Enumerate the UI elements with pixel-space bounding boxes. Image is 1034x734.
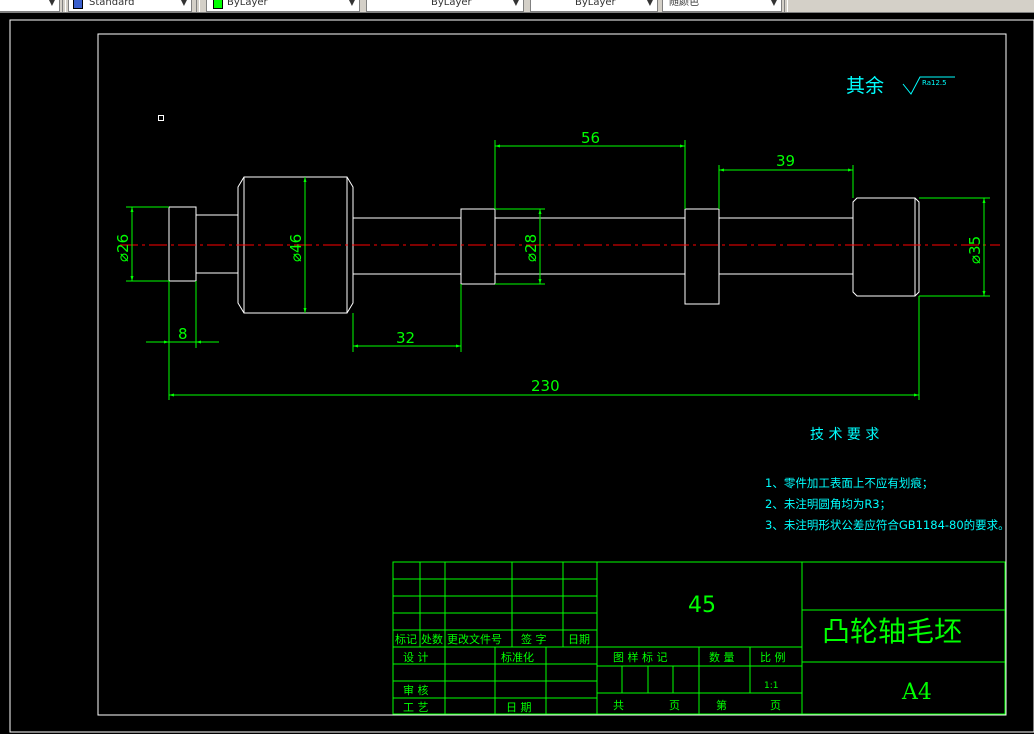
- label-review: 审 核: [403, 683, 429, 697]
- chevron-down-icon: ▼: [348, 0, 356, 7]
- toolbar-separator: [784, 0, 788, 12]
- label-scale: 比 例: [760, 650, 786, 664]
- material-value: 45: [688, 593, 716, 618]
- dim-d28: ⌀28: [522, 234, 540, 262]
- roughness-value: Ra12.5: [922, 79, 947, 87]
- linetype-value: ByLayer: [431, 0, 472, 8]
- lineweight-select[interactable]: ByLayer ▼: [530, 0, 658, 12]
- plotstyle-select[interactable]: 随颜色 ▼: [662, 0, 782, 12]
- label-sheet: 第: [716, 698, 727, 712]
- scale-value: 1:1: [764, 681, 778, 691]
- pickbox-cursor: [158, 115, 164, 121]
- chevron-down-icon: ▼: [646, 0, 654, 7]
- toolbar-separator: [196, 0, 200, 12]
- rev-header-docno: 更改文件号: [447, 632, 502, 646]
- dim-len230: 230: [531, 377, 560, 395]
- linetype-select[interactable]: ByLayer ▼: [366, 0, 524, 12]
- chevron-down-icon: ▼: [770, 0, 778, 7]
- dim-d26: ⌀26: [114, 234, 132, 262]
- dim-len8: 8: [178, 325, 188, 343]
- label-standard: 标准化: [501, 650, 534, 664]
- dim-len32: 32: [396, 329, 415, 347]
- drawing-canvas[interactable]: 其余 Ra12.5 ⌀26 ⌀46 ⌀28 ⌀35 8 32 56 39 230…: [0, 12, 1034, 734]
- chevron-down-icon: ▼: [512, 0, 520, 7]
- plotstyle-value: 随颜色: [669, 0, 699, 8]
- text-style-value: Standard: [89, 0, 135, 8]
- chevron-down-icon: ▼: [180, 0, 188, 7]
- rev-header-date: 日期: [568, 633, 590, 646]
- label-design: 设 计: [403, 651, 429, 664]
- sheet-size: A4: [901, 680, 932, 705]
- toolbar-separator: [62, 0, 66, 12]
- dim-d46: ⌀46: [287, 234, 305, 262]
- rev-header-count: 处数: [421, 633, 443, 646]
- rev-header-mark: 标记: [395, 632, 417, 646]
- tech-note-3: 3、未注明形状公差应符合GB1184-80的要求。: [765, 518, 1010, 532]
- label-page2: 页: [770, 699, 781, 712]
- part-name: 凸轮轴毛坯: [822, 615, 962, 648]
- toolbar-left-combo[interactable]: ▼: [0, 0, 60, 12]
- dim-len39: 39: [776, 152, 795, 170]
- color-value: ByLayer: [227, 0, 268, 8]
- label-total: 共: [613, 699, 624, 712]
- label-quantity: 数 量: [709, 651, 735, 664]
- tech-note-1: 1、零件加工表面上不应有划痕；: [765, 476, 933, 490]
- label-process: 工 艺: [403, 701, 429, 714]
- rev-header-sign: 签 字: [521, 632, 547, 646]
- color-select[interactable]: ByLayer ▼: [206, 0, 360, 12]
- color-swatch-icon: [213, 0, 223, 9]
- label-page1: 页: [669, 699, 680, 712]
- dim-len56: 56: [581, 129, 600, 147]
- text-style-icon: [73, 0, 83, 9]
- tech-requirements-title: 技 术 要 求: [810, 427, 879, 443]
- tech-note-2: 2、未注明圆角均为R3；: [765, 497, 891, 511]
- label-stage-mark: 图 样 标 记: [613, 650, 668, 664]
- text-style-select[interactable]: Standard ▼: [68, 0, 192, 12]
- label-date: 日 期: [506, 701, 532, 714]
- chevron-down-icon: ▼: [48, 0, 56, 7]
- dimension-lines: [126, 140, 990, 400]
- lineweight-value: ByLayer: [575, 0, 616, 8]
- surface-note: 其余: [846, 75, 884, 97]
- dim-d35: ⌀35: [966, 236, 984, 264]
